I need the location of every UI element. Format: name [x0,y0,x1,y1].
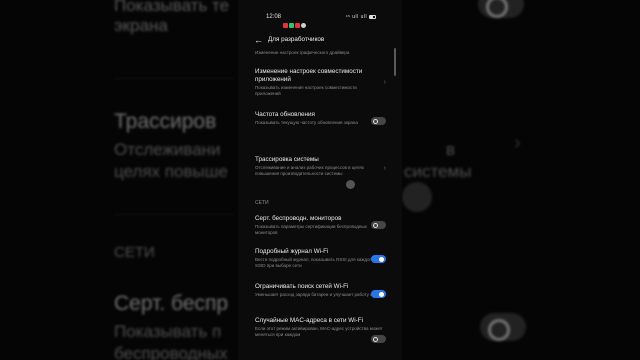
list-item-random-mac[interactable]: Случайные MAC-адреса в сети Wi-Fi Если э… [255,317,383,338]
status-bar: 12:08 ⁴ˢ ull ull [238,14,402,28]
bg-divider-2 [114,214,234,215]
phone-screen: 12:08 ⁴ˢ ull ull ← Для разработчиков Изм… [238,0,402,360]
chevron-right-icon: › [383,79,386,86]
bg-text-2: экрана [114,16,168,35]
bg-section: СЕТИ [114,244,155,261]
item-subtitle: Отслеживание и анализ рабочих процессов … [255,165,365,176]
bg-text-right-2: системы [404,162,472,181]
status-time: 12:08 [266,14,282,20]
bg-text-1: Показывать те [114,0,230,15]
app-notification-icon [289,23,294,28]
item-subtitle: Уменьшает расход заряда батареи и улучша… [255,292,380,297]
settings-list[interactable]: Изменение настроек графического драйвера… [238,48,402,360]
item-subtitle: Если этот режим активирован, MAC-адрес у… [255,326,383,337]
refresh-rate-toggle[interactable] [371,117,386,125]
list-item-app-compat[interactable]: Изменение настроек совместимости приложе… [255,68,383,97]
bg-text-8: Показывать п [114,322,222,341]
bg-text-4: Отслеживани [114,140,221,159]
item-title: Изменение настроек совместимости приложе… [255,68,363,83]
item-subtitle: Показывать изменения настроек совместимо… [255,85,357,96]
item-title: Частота обновления [255,111,315,118]
app-notification-icon [295,23,300,28]
list-item-system-tracing[interactable]: Трассировка системы Отслеживание и анали… [255,156,383,177]
wifi-verbose-toggle[interactable] [371,255,386,263]
list-item-wifi-scan-throttle[interactable]: Ограничивать поиск сетей Wi-Fi Уменьшает… [255,283,383,298]
item-title: Ограничивать поиск сетей Wi-Fi [255,283,349,290]
app-notification-icon [301,23,306,28]
signal-text: ⁴ˢ ull ull [345,14,368,20]
bg-toggle-2 [480,313,526,341]
list-item-wifi-verbose-log[interactable]: Подробный журнал Wi-Fi Вести подробный ж… [255,248,383,269]
item-subtitle: Показывать параметры сертификации беспро… [255,224,367,235]
item-title: Случайные MAC-адреса в сети Wi-Fi [255,317,363,324]
list-item-wireless-display-cert[interactable]: Серт. беспроводн. мониторов Показывать п… [255,215,383,236]
bg-text-7: Серт. беспр [114,292,229,315]
bg-text-3: Трассиров [114,110,217,133]
bg-divider [114,78,234,79]
back-arrow-icon[interactable]: ← [254,34,263,46]
wireless-display-toggle[interactable] [371,221,386,229]
bg-text-9: беспроводных [114,344,228,360]
list-item-refresh-rate[interactable]: Частота обновления Показывать текущую ча… [255,111,383,126]
battery-icon [369,14,376,19]
item-title: Трассировка системы [255,156,319,163]
scrollbar[interactable] [394,48,396,76]
item-subtitle: Вести подробный журнал, показывать RSSI … [255,257,374,268]
bg-text-right-1: в [446,140,456,159]
floating-dot[interactable] [346,180,355,189]
app-notification-icon [283,23,288,28]
notification-icons [283,15,307,33]
bg-toggle-1 [478,0,524,18]
list-item-graphics-driver[interactable]: Изменение настроек графического драйвера [255,49,383,56]
item-title: Подробный журнал Wi-Fi [255,248,329,255]
page-title: Для разработчиков [268,36,325,43]
bg-dot [402,182,432,212]
random-mac-toggle[interactable] [371,335,386,343]
chevron-right-icon: › [383,165,386,172]
bg-chevron-icon: › [514,132,521,154]
item-title: Серт. беспроводн. мониторов [255,215,342,222]
header: ← Для разработчиков [238,34,402,48]
section-networks: СЕТИ [255,200,269,206]
signal-indicators: ⁴ˢ ull ull [345,14,376,20]
item-subtitle: Показывать текущую частоту обновления эк… [255,120,358,125]
bg-text-5: целях повыше [114,162,228,181]
item-subtitle: Изменение настроек графического драйвера [255,50,350,55]
wifi-scan-throttle-toggle[interactable] [371,290,386,298]
